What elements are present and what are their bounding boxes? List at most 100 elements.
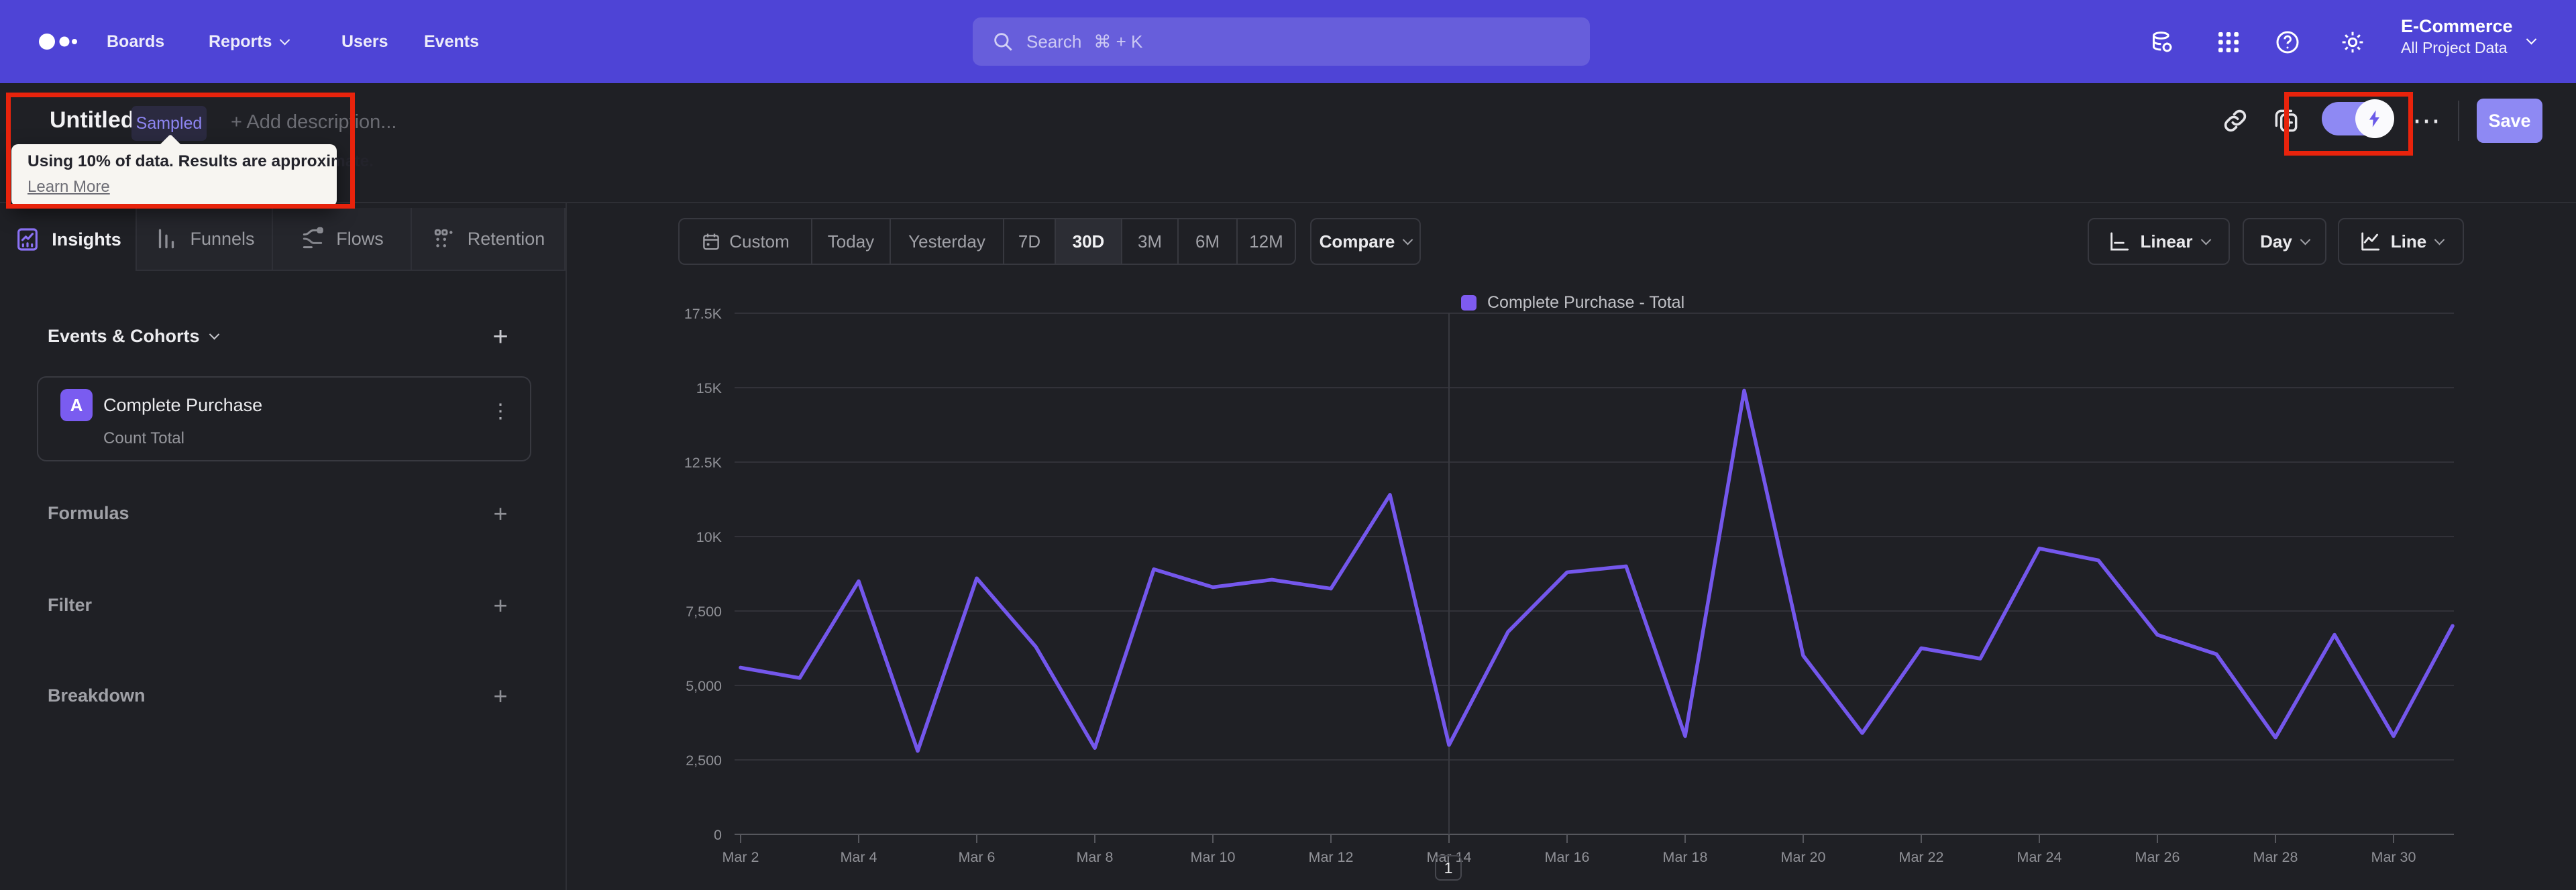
- add-description[interactable]: + Add description...: [231, 111, 396, 133]
- tab-retention[interactable]: Retention: [412, 208, 566, 271]
- x-axis-label: Mar 10: [1191, 849, 1236, 865]
- project-chevron-down-icon[interactable]: [2526, 34, 2537, 45]
- y-axis-label: 5,000: [686, 678, 722, 694]
- chart-legend[interactable]: Complete Purchase - Total: [1461, 293, 1684, 313]
- tooltip-text: Using 10% of data. Results are approxima…: [28, 152, 374, 170]
- toggle-knob: [2355, 99, 2394, 138]
- add-formula-button[interactable]: +: [480, 494, 521, 534]
- top-navbar: Boards Reports Users Events Search ⌘ + K: [0, 0, 2576, 83]
- range-12m[interactable]: 12M: [1238, 219, 1295, 264]
- event-kebab-menu-icon[interactable]: ⋮: [487, 395, 514, 427]
- funnels-icon: [154, 226, 179, 252]
- learn-more-link[interactable]: Learn More: [28, 178, 110, 197]
- flows-icon: [300, 226, 325, 252]
- retention-icon: [431, 226, 457, 252]
- search-shortcut: ⌘ + K: [1093, 31, 1143, 52]
- range-3m[interactable]: 3M: [1122, 219, 1179, 264]
- titlebar-divider: [0, 202, 2576, 203]
- x-axis-label: Mar 30: [2371, 849, 2416, 865]
- copy-link-icon[interactable]: [2220, 106, 2250, 135]
- spark-sampling-toggle[interactable]: [2322, 99, 2394, 138]
- x-axis-label: Mar 2: [722, 849, 759, 865]
- x-axis-label: Mar 22: [1899, 849, 1944, 865]
- y-axis-label: 7,500: [686, 604, 722, 620]
- tab-funnels[interactable]: Funnels: [136, 208, 273, 271]
- linear-axis-icon: [2108, 230, 2131, 253]
- y-axis-label: 2,500: [686, 753, 722, 769]
- event-name[interactable]: Complete Purchase: [103, 395, 262, 416]
- apps-grid-icon[interactable]: [2215, 29, 2242, 56]
- x-axis-label: Mar 4: [841, 849, 877, 865]
- event-metric[interactable]: Count Total: [103, 429, 184, 448]
- report-title[interactable]: Untitled: [50, 107, 135, 133]
- project-switcher[interactable]: E-Commerce All Project Data: [2401, 15, 2513, 58]
- section-breakdown[interactable]: Breakdown: [48, 685, 146, 706]
- section-filter[interactable]: Filter: [48, 595, 92, 616]
- x-axis-label: Mar 24: [2017, 849, 2062, 865]
- range-30d-active[interactable]: 30D: [1056, 219, 1122, 264]
- chevron-down-icon: [2434, 234, 2445, 245]
- range-6m[interactable]: 6M: [1179, 219, 1238, 264]
- legend-label: Complete Purchase - Total: [1487, 293, 1685, 312]
- chevron-down-icon: [2300, 234, 2311, 245]
- pagination-page-button[interactable]: 1: [1435, 855, 1462, 881]
- legend-swatch: [1461, 295, 1477, 311]
- insights-icon: [14, 226, 41, 253]
- save-button[interactable]: Save: [2477, 99, 2542, 143]
- nav-item-reports[interactable]: Reports: [209, 0, 290, 83]
- date-range-selector: Custom Today Yesterday 7D 30D 3M 6M 12M: [678, 218, 1296, 265]
- data-management-icon[interactable]: [2149, 29, 2176, 56]
- nav-item-users[interactable]: Users: [341, 0, 388, 83]
- range-yesterday[interactable]: Yesterday: [891, 219, 1004, 264]
- scale-linear-button[interactable]: Linear: [2088, 218, 2230, 265]
- nav-item-boards[interactable]: Boards: [107, 0, 164, 83]
- section-formulas[interactable]: Formulas: [48, 503, 129, 524]
- sampling-tooltip: Using 10% of data. Results are approxima…: [11, 134, 374, 207]
- series-line: [739, 388, 2455, 753]
- y-axis-label: 17.5K: [684, 306, 722, 322]
- search-input[interactable]: Search ⌘ + K: [973, 17, 1590, 66]
- chevron-down-icon: [2200, 234, 2211, 245]
- x-axis-label: Mar 28: [2253, 849, 2298, 865]
- search-icon: [991, 30, 1014, 53]
- y-axis-label: 0: [714, 827, 722, 843]
- range-today[interactable]: Today: [812, 219, 891, 264]
- search-placeholder: Search: [1026, 31, 1082, 52]
- event-card[interactable]: A Complete Purchase Count Total ⋮: [37, 376, 531, 461]
- x-axis-label: Mar 16: [1545, 849, 1590, 865]
- tab-flows[interactable]: Flows: [273, 208, 412, 271]
- interval-day-button[interactable]: Day: [2243, 218, 2326, 265]
- y-axis-label: 12.5K: [684, 455, 722, 471]
- project-scope: All Project Data: [2401, 39, 2508, 56]
- x-axis-label: Mar 12: [1309, 849, 1354, 865]
- x-axis-label: Mar 20: [1781, 849, 1826, 865]
- titlebar-vertical-divider: [2458, 101, 2459, 141]
- mixpanel-logo-icon[interactable]: [30, 28, 86, 55]
- y-axis-label: 10K: [696, 529, 722, 545]
- events-cohorts-header[interactable]: Events & Cohorts: [48, 326, 219, 347]
- sidebar-divider: [566, 203, 567, 890]
- add-breakdown-button[interactable]: +: [480, 676, 521, 716]
- event-letter-badge: A: [60, 389, 93, 421]
- chevron-down-icon: [280, 34, 290, 45]
- settings-gear-icon[interactable]: [2339, 29, 2366, 56]
- add-filter-button[interactable]: +: [480, 586, 521, 626]
- tab-insights[interactable]: Insights: [0, 208, 136, 271]
- duplicate-icon[interactable]: [2271, 106, 2301, 135]
- add-event-button[interactable]: +: [480, 317, 521, 357]
- help-icon[interactable]: [2274, 29, 2301, 56]
- range-custom[interactable]: Custom: [680, 219, 812, 264]
- compare-button[interactable]: Compare: [1310, 218, 1421, 265]
- line-chart-icon: [2359, 230, 2381, 253]
- calendar-icon: [701, 231, 721, 252]
- lightning-bolt-icon: [2369, 110, 2379, 127]
- chevron-down-icon: [209, 329, 219, 340]
- x-axis-label: Mar 6: [959, 849, 996, 865]
- x-axis-label: Mar 8: [1077, 849, 1114, 865]
- range-7d[interactable]: 7D: [1004, 219, 1056, 264]
- more-options-button[interactable]: ⋯: [2407, 97, 2447, 144]
- y-axis-label: 15K: [696, 380, 722, 396]
- chevron-down-icon: [1403, 234, 1413, 245]
- chart-type-line-button[interactable]: Line: [2338, 218, 2464, 265]
- nav-item-events[interactable]: Events: [424, 0, 479, 83]
